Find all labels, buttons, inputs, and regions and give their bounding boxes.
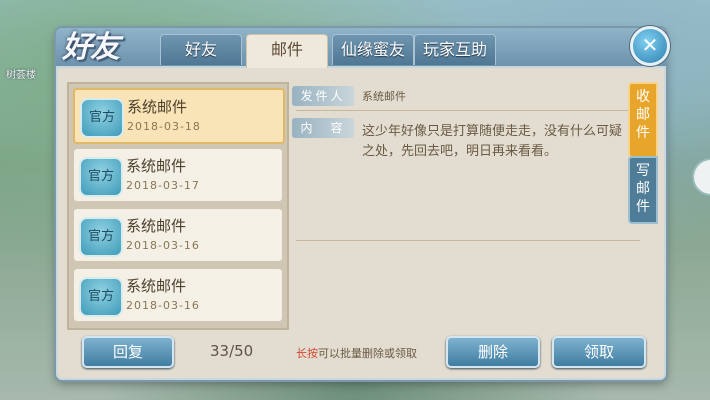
mail-date: 2018-03-18 bbox=[127, 120, 201, 133]
mail-count: 33/50 bbox=[210, 342, 254, 360]
mail-item[interactable]: 官方 系统邮件 2018-03-16 bbox=[73, 268, 283, 322]
official-badge-icon: 官方 bbox=[79, 277, 123, 317]
delete-button[interactable]: 删除 bbox=[446, 336, 540, 368]
official-badge-icon: 官方 bbox=[79, 157, 123, 197]
mail-detail: 发件人 系统邮件 内 容 这少年好像只是打算随便走走，没有什么可疑之处，先回去吧… bbox=[292, 82, 640, 326]
mail-title: 系统邮件 bbox=[126, 217, 187, 235]
mail-list: 官方 系统邮件 2018-03-18 官方 系统邮件 2018-03-17 官方… bbox=[67, 82, 289, 330]
divider bbox=[296, 240, 640, 241]
reply-button[interactable]: 回复 bbox=[82, 336, 174, 368]
sender-value: 系统邮件 bbox=[362, 90, 406, 103]
content-label: 内 容 bbox=[292, 118, 354, 138]
mail-date: 2018-03-16 bbox=[126, 299, 200, 312]
mail-item[interactable]: 官方 系统邮件 2018-03-17 bbox=[73, 148, 283, 202]
batch-hint: 长按可以批量删除或领取 bbox=[296, 345, 417, 361]
mail-date: 2018-03-17 bbox=[126, 179, 200, 192]
mail-item[interactable]: 官方 系统邮件 2018-03-18 bbox=[73, 88, 285, 144]
sender-label: 发件人 bbox=[292, 86, 354, 106]
tab-inbox[interactable]: 收邮件 bbox=[628, 82, 658, 158]
close-button[interactable]: ✕ bbox=[630, 26, 670, 66]
tab-fairy-friends[interactable]: 仙缘蜜友 bbox=[332, 34, 414, 65]
close-icon: ✕ bbox=[641, 33, 659, 57]
mail-content: 这少年好像只是打算随便走走，没有什么可疑之处，先回去吧，明日再来看看。 bbox=[362, 124, 623, 159]
divider bbox=[296, 110, 640, 111]
official-badge-icon: 官方 bbox=[79, 217, 123, 257]
mail-title: 系统邮件 bbox=[127, 98, 188, 116]
mail-date: 2018-03-16 bbox=[126, 239, 200, 252]
mail-title: 系统邮件 bbox=[126, 277, 187, 295]
tab-compose[interactable]: 写邮件 bbox=[628, 156, 658, 224]
hint-text: 可以批量删除或领取 bbox=[318, 347, 417, 360]
hint-key: 长按 bbox=[296, 347, 318, 360]
tab-mail[interactable]: 邮件 bbox=[246, 34, 328, 68]
location-label: 树荟楼 bbox=[6, 70, 36, 81]
mail-item[interactable]: 官方 系统邮件 2018-03-16 bbox=[73, 208, 283, 262]
tab-player-help[interactable]: 玩家互助 bbox=[414, 34, 496, 65]
mail-title: 系统邮件 bbox=[126, 157, 187, 175]
window-logo: 好友 bbox=[62, 30, 120, 65]
claim-button[interactable]: 领取 bbox=[552, 336, 646, 368]
tab-friends[interactable]: 好友 bbox=[160, 34, 242, 65]
official-badge-icon: 官方 bbox=[80, 98, 124, 138]
